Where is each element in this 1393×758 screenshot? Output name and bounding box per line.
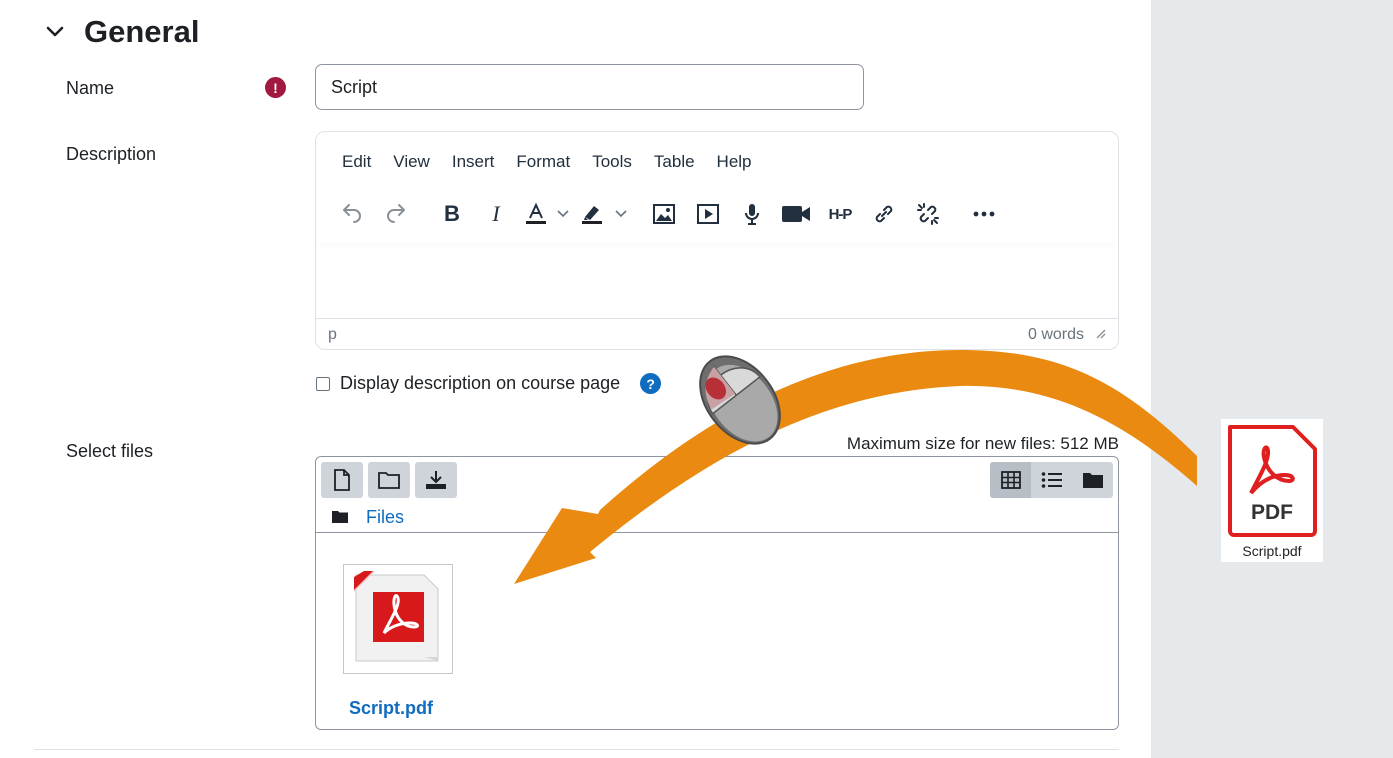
- grid-view-icon[interactable]: [990, 462, 1031, 498]
- name-input[interactable]: [315, 64, 864, 110]
- menu-format[interactable]: Format: [505, 152, 581, 172]
- desktop-file-name: Script.pdf: [1242, 543, 1302, 559]
- text-color-control[interactable]: [518, 195, 572, 233]
- menu-tools[interactable]: Tools: [581, 152, 643, 172]
- chevron-down-icon[interactable]: [554, 210, 572, 218]
- video-camera-icon[interactable]: [774, 195, 818, 233]
- view-switcher: [990, 462, 1113, 498]
- chevron-down-icon[interactable]: [44, 21, 66, 43]
- name-label: Name: [66, 78, 115, 98]
- create-folder-icon[interactable]: [368, 462, 410, 498]
- pdf-file-icon: PDF: [1228, 425, 1317, 537]
- list-view-icon[interactable]: [1031, 462, 1072, 498]
- editor-statusbar: p 0 words: [316, 318, 1118, 350]
- section-header[interactable]: General: [44, 14, 199, 50]
- folder-icon: [332, 507, 348, 528]
- highlight-color-control[interactable]: [572, 195, 630, 233]
- element-path[interactable]: p: [328, 326, 337, 344]
- resize-handle-icon[interactable]: [1094, 326, 1106, 344]
- file-name-link[interactable]: Script.pdf: [349, 698, 433, 719]
- editor-toolbar: B I H-P: [330, 195, 1006, 233]
- media-icon[interactable]: [686, 195, 730, 233]
- menu-insert[interactable]: Insert: [441, 152, 506, 172]
- menu-view[interactable]: View: [382, 152, 441, 172]
- section-title: General: [84, 14, 200, 49]
- download-icon[interactable]: [415, 462, 457, 498]
- desktop-pdf-file[interactable]: PDF Script.pdf: [1221, 419, 1323, 562]
- link-icon[interactable]: [862, 195, 906, 233]
- main-content: General Name ! Description Edit View Ins…: [0, 0, 1151, 758]
- file-manager[interactable]: Files Script.pdf: [315, 456, 1119, 730]
- add-file-icon[interactable]: [321, 462, 363, 498]
- side-panel: [1151, 0, 1393, 758]
- word-count[interactable]: 0 words: [1028, 326, 1084, 344]
- microphone-icon[interactable]: [730, 195, 774, 233]
- image-icon[interactable]: [642, 195, 686, 233]
- display-description-label[interactable]: Display description on course page: [340, 373, 620, 394]
- tree-view-icon[interactable]: [1072, 462, 1113, 498]
- description-label: Description: [66, 144, 157, 164]
- display-description-checkbox[interactable]: [316, 376, 330, 391]
- file-manager-toolbar: Files: [316, 457, 1118, 533]
- file-manager-path: Files: [332, 507, 404, 528]
- help-icon[interactable]: ?: [640, 373, 662, 394]
- undo-icon[interactable]: [330, 195, 374, 233]
- display-description-row: Display description on course page ?: [316, 373, 662, 394]
- redo-icon[interactable]: [374, 195, 418, 233]
- text-color-icon[interactable]: [518, 195, 554, 233]
- section-divider: [34, 749, 1119, 750]
- italic-icon[interactable]: I: [474, 195, 518, 233]
- max-file-size: Maximum size for new files: 512 MB: [846, 434, 1119, 453]
- required-icon: !: [265, 77, 286, 98]
- path-files-link[interactable]: Files: [366, 507, 404, 528]
- file-thumbnail[interactable]: [343, 564, 453, 674]
- select-files-label: Select files: [66, 441, 154, 461]
- menu-help[interactable]: Help: [706, 152, 763, 172]
- chevron-down-icon[interactable]: [612, 210, 630, 218]
- h5p-icon[interactable]: H-P: [818, 195, 862, 233]
- pdf-file-icon: [353, 570, 439, 662]
- unlink-icon[interactable]: [906, 195, 950, 233]
- menu-table[interactable]: Table: [643, 152, 706, 172]
- editor-menubar: Edit View Insert Format Tools Table Help: [332, 152, 763, 172]
- bold-icon[interactable]: B: [430, 195, 474, 233]
- more-icon[interactable]: [962, 195, 1006, 233]
- highlight-icon[interactable]: [572, 195, 612, 233]
- menu-edit[interactable]: Edit: [332, 152, 382, 172]
- pdf-badge: PDF: [1251, 501, 1293, 524]
- editor-toolbar-divider: [316, 242, 1118, 243]
- description-editor[interactable]: Edit View Insert Format Tools Table Help…: [315, 131, 1119, 350]
